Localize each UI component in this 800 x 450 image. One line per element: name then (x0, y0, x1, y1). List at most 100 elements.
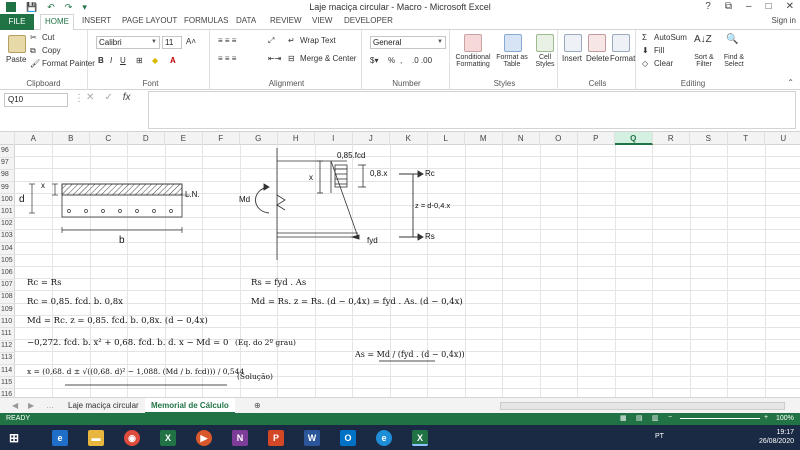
insert-cells-icon[interactable] (564, 34, 582, 52)
file-explorer-icon[interactable]: ▬ (88, 430, 104, 446)
column-header[interactable]: Q (615, 132, 653, 145)
enter-icon[interactable]: ✓ (104, 92, 112, 103)
cell-styles-icon[interactable] (536, 34, 554, 52)
cut-button[interactable]: ✂ Cut (30, 33, 54, 43)
media-player-icon[interactable]: ▶ (196, 430, 212, 446)
row-header[interactable]: 96 (0, 145, 15, 158)
format-cells-icon[interactable] (612, 34, 630, 52)
cell-styles-button[interactable]: Cell Styles (532, 54, 558, 68)
sign-in-link[interactable]: Sign in (772, 16, 796, 25)
tab-insert[interactable]: INSERT (82, 16, 111, 25)
merge-center-button[interactable]: ⊟ Merge & Center (288, 54, 356, 64)
paste-icon[interactable] (8, 35, 26, 53)
row-header[interactable]: 105 (0, 255, 15, 268)
font-size-select[interactable]: 11 (162, 36, 182, 49)
format-as-table-icon[interactable] (504, 34, 522, 52)
delete-cells-icon[interactable] (588, 34, 606, 52)
number-format-select[interactable]: General ▼ (370, 36, 446, 49)
row-header[interactable]: 108 (0, 291, 15, 304)
column-header[interactable]: D (128, 132, 165, 145)
sheet-tab-memorial[interactable]: Memorial de Cálculo (145, 398, 235, 414)
ie-icon[interactable]: e (52, 430, 68, 446)
align-left-icon[interactable]: ≡ ≡ ≡ (218, 54, 236, 63)
next-sheet-icon[interactable]: ▶ (22, 398, 40, 414)
row-header[interactable]: 99 (0, 182, 15, 195)
row-header[interactable]: 102 (0, 218, 15, 231)
column-header[interactable]: U (765, 132, 800, 145)
font-family-select[interactable]: Calibri ▼ (96, 36, 160, 49)
view-normal-icon[interactable]: ▦ (620, 414, 627, 422)
format-as-table-button[interactable]: Format as Table (494, 54, 530, 68)
align-top-icon[interactable]: ≡ ≡ ≡ (218, 36, 236, 45)
wrap-text-button[interactable]: ↵ Wrap Text (288, 36, 336, 46)
zoom-in-icon[interactable]: + (764, 414, 768, 421)
column-header[interactable]: M (465, 132, 503, 145)
cancel-icon[interactable]: ✕ (86, 92, 94, 103)
system-clock[interactable]: 19:17 26/08/2020 (759, 428, 794, 446)
conditional-formatting-button[interactable]: Conditional Formatting (454, 54, 492, 68)
excel-active-icon[interactable]: X (412, 430, 428, 446)
row-header[interactable]: 114 (0, 365, 15, 378)
row-header[interactable]: 97 (0, 157, 15, 170)
borders-icon[interactable]: ⊞ (136, 56, 143, 65)
delete-cells-button[interactable]: Delete (586, 54, 609, 63)
row-header[interactable]: 112 (0, 340, 15, 353)
select-all-corner[interactable] (0, 132, 15, 145)
format-cells-button[interactable]: Format (610, 54, 635, 63)
currency-icon[interactable]: $▾ (370, 56, 378, 65)
row-header[interactable]: 111 (0, 328, 15, 341)
row-header[interactable]: 109 (0, 304, 15, 317)
tab-file[interactable]: FILE (0, 14, 34, 30)
column-header[interactable]: K (390, 132, 428, 145)
column-header[interactable]: F (203, 132, 240, 145)
more-sheets-icon[interactable]: … (40, 398, 60, 414)
column-header[interactable]: R (653, 132, 690, 145)
insert-cells-button[interactable]: Insert (562, 54, 582, 63)
paste-button[interactable]: Paste (6, 55, 26, 64)
row-header[interactable]: 107 (0, 279, 15, 292)
decimal-icon[interactable]: .0 .00 (412, 56, 432, 65)
column-header[interactable]: P (578, 132, 615, 145)
view-pagebreak-icon[interactable]: ▥ (652, 414, 659, 422)
column-header[interactable]: A (15, 132, 53, 145)
row-header[interactable]: 104 (0, 243, 15, 256)
worksheet-grid[interactable]: x d L.N. b Md 0,85.fcd 0,8.x x Rc z = d-… (15, 145, 800, 397)
format-painter-button[interactable]: 🖌 Format Painter (30, 59, 95, 69)
indent-icon[interactable]: ⇤⇥ (268, 54, 281, 63)
orientation-icon[interactable]: ⤢ (268, 36, 274, 46)
italic-button[interactable]: I (110, 56, 112, 65)
onenote-icon[interactable]: N (232, 430, 248, 446)
excel-icon[interactable]: X (160, 430, 176, 446)
zoom-level[interactable]: 100% (776, 415, 794, 422)
tab-data[interactable]: DATA (236, 16, 256, 25)
column-header[interactable]: O (540, 132, 578, 145)
bold-button[interactable]: B (98, 56, 104, 65)
zoom-slider[interactable] (680, 418, 760, 419)
help-button[interactable]: ? (705, 1, 711, 12)
font-color-icon[interactable]: A (170, 56, 176, 65)
column-header[interactable]: B (53, 132, 90, 145)
row-header[interactable]: 113 (0, 352, 15, 365)
underline-button[interactable]: U (120, 56, 126, 65)
column-header[interactable]: T (728, 132, 765, 145)
zoom-out-icon[interactable]: − (668, 414, 672, 421)
row-header[interactable]: 101 (0, 206, 15, 219)
column-header[interactable]: G (240, 132, 278, 145)
tab-view[interactable]: VIEW (312, 16, 332, 25)
tab-page-layout[interactable]: PAGE LAYOUT (122, 16, 177, 25)
column-header[interactable]: L (428, 132, 465, 145)
tab-developer[interactable]: DEVELOPER (344, 16, 393, 25)
percent-button[interactable]: % (388, 56, 395, 65)
row-header[interactable]: 98 (0, 169, 15, 182)
column-header[interactable]: I (315, 132, 353, 145)
maximize-button[interactable]: □ (766, 1, 772, 12)
word-icon[interactable]: W (304, 430, 320, 446)
row-header[interactable]: 106 (0, 267, 15, 280)
horizontal-scrollbar[interactable] (500, 402, 785, 410)
sheet-tab-laje[interactable]: Laje maciça circular (62, 398, 145, 414)
insert-function-button[interactable]: fx (123, 92, 131, 103)
column-header[interactable]: E (165, 132, 203, 145)
chrome-icon[interactable]: ◉ (124, 430, 140, 446)
collapse-ribbon-icon[interactable]: ⌃ (787, 78, 794, 87)
row-header[interactable]: 110 (0, 316, 15, 329)
